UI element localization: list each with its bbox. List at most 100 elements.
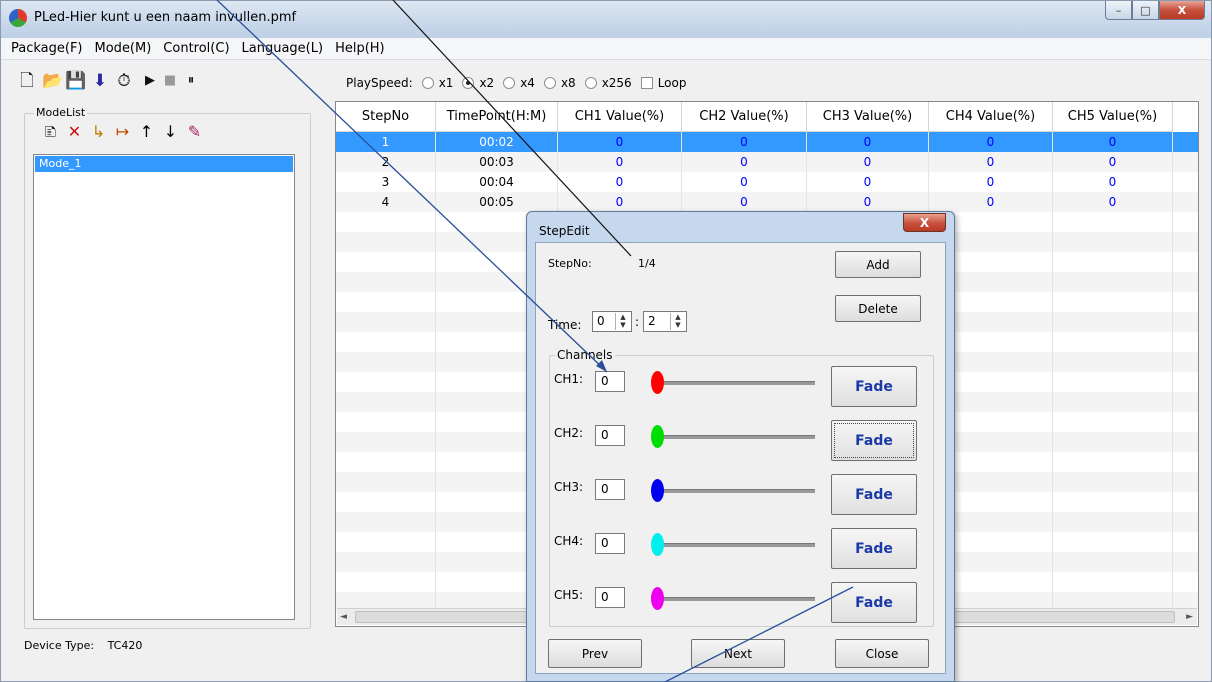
table-cell — [336, 512, 436, 532]
import-mode-icon[interactable]: ↳ — [90, 122, 107, 142]
ch5-slider-thumb[interactable] — [651, 587, 664, 610]
menu-language[interactable]: Language(L) — [236, 41, 330, 56]
table-cell: 00:02 — [436, 132, 558, 152]
speed-label-x1: x1 — [438, 76, 454, 90]
stop-icon[interactable]: ■ — [160, 71, 180, 91]
move-up-icon[interactable]: ↑ — [138, 122, 155, 142]
time-minute-stepper[interactable]: 2 ▲ ▼ — [643, 311, 687, 332]
ch4-fade-button[interactable]: Fade — [831, 528, 917, 569]
ch5-slider-track[interactable] — [660, 597, 815, 601]
ch3-slider-track[interactable] — [660, 489, 815, 493]
minimize-button[interactable]: – — [1105, 1, 1132, 20]
new-icon[interactable]: 🗋 — [17, 71, 37, 91]
header-stepno[interactable]: StepNo — [336, 102, 436, 132]
header-ch3[interactable]: CH3 Value(%) — [807, 102, 929, 132]
menu-help[interactable]: Help(H) — [329, 41, 391, 56]
new-mode-icon[interactable]: 🗈 — [42, 122, 59, 142]
table-cell: 1 — [336, 132, 436, 152]
menu-mode[interactable]: Mode(M) — [89, 41, 158, 56]
dialog-close-icon[interactable]: X — [903, 213, 946, 232]
export-mode-icon[interactable]: ↦ — [114, 122, 131, 142]
speed-radio-x8[interactable] — [543, 77, 556, 89]
header-ch1[interactable]: CH1 Value(%) — [558, 102, 682, 132]
clock-icon[interactable]: ⏱ — [114, 71, 134, 91]
table-row[interactable]: 4 00:05 0 0 0 0 0 — [336, 192, 1198, 212]
ch2-input[interactable]: 0 — [595, 425, 625, 446]
ch2-fade-button[interactable]: Fade — [831, 420, 917, 461]
ch1-fade-button[interactable]: Fade — [831, 366, 917, 407]
scroll-right-icon[interactable]: ► — [1186, 612, 1193, 622]
header-ch5[interactable]: CH5 Value(%) — [1053, 102, 1173, 132]
speed-radio-x4[interactable] — [503, 77, 516, 89]
scroll-left-icon[interactable]: ◄ — [340, 612, 347, 622]
table-cell — [336, 552, 436, 572]
header-ch2[interactable]: CH2 Value(%) — [682, 102, 807, 132]
table-cell: 0 — [1053, 172, 1173, 192]
open-folder-icon[interactable]: 📂 — [42, 71, 63, 91]
spin-arrows-icon[interactable]: ▲ ▼ — [615, 313, 630, 330]
close-button[interactable]: Close — [835, 639, 929, 668]
ch1-input[interactable]: 0 — [595, 371, 625, 392]
table-row[interactable]: 3 00:04 0 0 0 0 0 — [336, 172, 1198, 192]
ch4-input[interactable]: 0 — [595, 533, 625, 554]
ch5-input[interactable]: 0 — [595, 587, 625, 608]
ch3-input[interactable]: 0 — [595, 479, 625, 500]
loop-checkbox[interactable] — [640, 77, 653, 89]
stepedit-dialog: StepEdit X StepNo: 1/4 Add Delete Time: … — [526, 211, 955, 682]
pause-icon[interactable]: ⏸ — [181, 71, 201, 91]
menu-package[interactable]: Package(F) — [5, 41, 89, 56]
modelist-title: ModeList — [34, 106, 88, 119]
ch4-slider-thumb[interactable] — [651, 533, 664, 556]
ch1-slider-track[interactable] — [660, 381, 815, 385]
header-timepoint[interactable]: TimePoint(H:M) — [436, 102, 558, 132]
prev-button[interactable]: Prev — [548, 639, 642, 668]
table-row[interactable]: 2 00:03 0 0 0 0 0 — [336, 152, 1198, 172]
spin-arrows-icon[interactable]: ▲ ▼ — [670, 313, 685, 330]
ch5-label: CH5: — [554, 588, 584, 602]
time-hour-stepper[interactable]: 0 ▲ ▼ — [592, 311, 632, 332]
header-ch4[interactable]: CH4 Value(%) — [929, 102, 1053, 132]
table-cell: 2 — [336, 152, 436, 172]
table-cell — [1053, 272, 1173, 292]
next-button[interactable]: Next — [691, 639, 785, 668]
table-row[interactable]: 1 00:02 0 0 0 0 0 — [336, 132, 1198, 152]
table-cell: 3 — [336, 172, 436, 192]
menu-control[interactable]: Control(C) — [157, 41, 235, 56]
ch3-slider-thumb[interactable] — [651, 479, 664, 502]
mode-list[interactable]: Mode_1 — [33, 154, 295, 620]
move-down-icon[interactable]: ↓ — [162, 122, 179, 142]
speed-label-x256: x256 — [601, 76, 632, 90]
time-hour-value: 0 — [597, 314, 605, 328]
ch1-slider-thumb[interactable] — [651, 371, 664, 394]
table-cell: 0 — [1053, 192, 1173, 212]
table-cell — [1053, 212, 1173, 232]
edit-mode-icon[interactable]: ✎ — [186, 122, 203, 142]
ch4-slider-track[interactable] — [660, 543, 815, 547]
speed-radio-x2[interactable] — [462, 77, 475, 89]
ch2-slider-track[interactable] — [660, 435, 815, 439]
speed-label-x4: x4 — [520, 76, 535, 90]
modelist-group: ModeList 🗈 ✕ ↳ ↦ ↑ ↓ ✎ Mode_1 — [24, 106, 311, 629]
save-icon[interactable]: 💾 — [65, 71, 86, 91]
speed-radio-x256[interactable] — [584, 77, 597, 89]
play-icon[interactable]: ▶ — [140, 71, 160, 91]
delete-mode-icon[interactable]: ✕ — [66, 122, 83, 142]
table-cell — [1053, 312, 1173, 332]
table-cell: 0 — [682, 132, 807, 152]
table-cell: 0 — [1053, 132, 1173, 152]
ch3-fade-button[interactable]: Fade — [831, 474, 917, 515]
mode-list-item[interactable]: Mode_1 — [35, 156, 293, 172]
delete-button[interactable]: Delete — [835, 295, 921, 322]
speed-radio-x1[interactable] — [421, 77, 434, 89]
table-cell: 0 — [807, 172, 929, 192]
table-cell: 0 — [929, 192, 1053, 212]
add-button[interactable]: Add — [835, 251, 921, 278]
ch5-fade-button[interactable]: Fade — [831, 582, 917, 623]
title-bar[interactable]: PLed-Hier kunt u een naam invullen.pmf –… — [1, 1, 1211, 38]
close-window-button[interactable]: X — [1159, 1, 1205, 20]
ch2-slider-thumb[interactable] — [651, 425, 664, 448]
maximize-button[interactable]: □ — [1132, 1, 1159, 20]
table-cell: 00:04 — [436, 172, 558, 192]
download-icon[interactable]: ⬇ — [90, 71, 110, 91]
table-cell — [1053, 352, 1173, 372]
